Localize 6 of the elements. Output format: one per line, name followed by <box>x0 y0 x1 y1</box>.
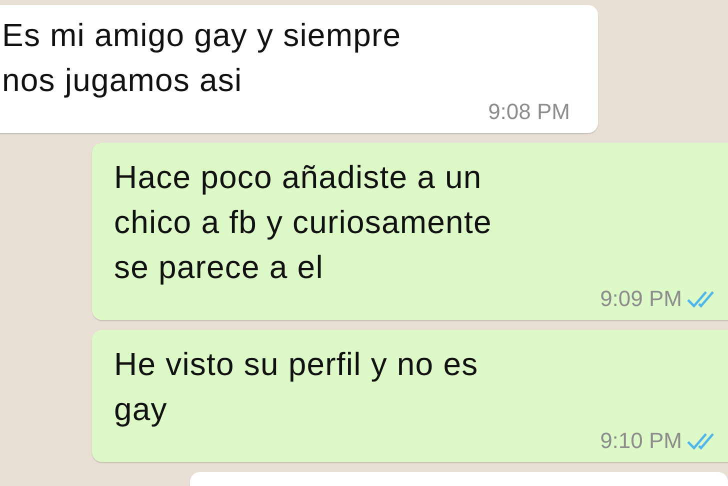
message-time: 9:09 PM <box>600 286 682 312</box>
message-text: Es mi amigo gay y siempre nos jugamos asi <box>2 16 402 100</box>
message-time: 9:10 PM <box>600 428 682 454</box>
message-text: He visto su perfil y no es gay <box>114 345 480 429</box>
message-text: Hace poco añadiste a un chico a fb y curiosamente se parece a el <box>114 158 493 287</box>
message-time: 9:08 PM <box>488 99 570 125</box>
